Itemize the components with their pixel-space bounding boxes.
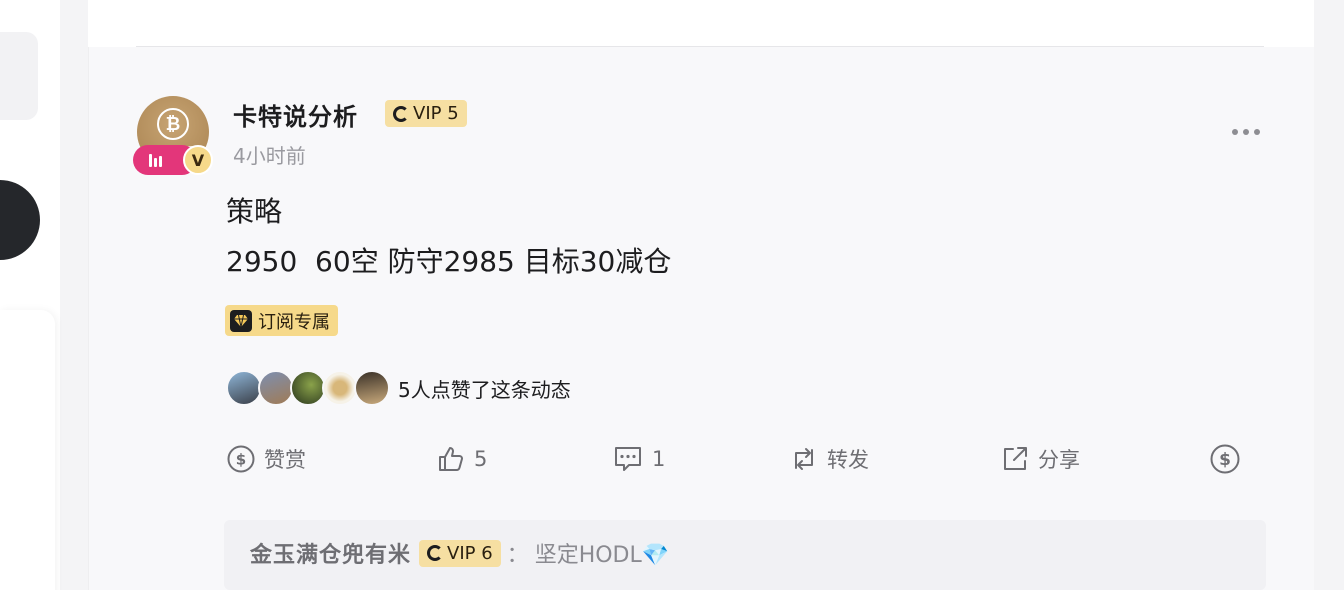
more-options-button[interactable] [1226, 118, 1266, 146]
repost-label: 转发 [827, 448, 869, 472]
repost-button[interactable]: 转发 [789, 440, 869, 478]
share-label: 分享 [1038, 448, 1080, 472]
author-vip-badge: VIP 5 [385, 100, 467, 127]
post-title: 策略 [226, 195, 283, 228]
verified-v-icon: V [183, 145, 213, 175]
liker-avatar[interactable] [322, 370, 358, 406]
dollar-coin-icon: $ [1210, 444, 1240, 474]
like-count: 5 [474, 447, 488, 471]
like-button[interactable]: 5 [436, 440, 487, 478]
coin-tip-icon: $ [227, 445, 255, 473]
likes-summary: 5人点赞了这条动态 [398, 377, 571, 402]
liker-avatars [226, 370, 390, 406]
svg-text:$: $ [1219, 450, 1231, 470]
post-body: 2950 60空 防守2985 目标30减仓 [226, 245, 672, 278]
tip-button[interactable]: $ 赞赏 [226, 440, 306, 478]
donate-button[interactable]: $ [1209, 440, 1241, 478]
live-bars-icon [149, 153, 162, 167]
svg-text:$: $ [236, 451, 246, 469]
subscription-tag[interactable]: 订阅专属 [225, 305, 338, 336]
vip-level: VIP 5 [413, 103, 459, 124]
comment-count: 1 [652, 447, 666, 471]
divider [136, 46, 1264, 47]
vip-icon [393, 105, 409, 122]
diamond-icon [230, 309, 252, 332]
comment-text: 坚定HODL💎 [534, 543, 670, 568]
bitcoin-logo-icon: ₿ [157, 108, 189, 140]
liker-avatar[interactable] [258, 370, 294, 406]
left-card-lower [0, 310, 55, 590]
author-name[interactable]: 卡特说分析 [233, 97, 358, 132]
subscription-tag-label: 订阅专属 [258, 311, 330, 333]
comment-separator: ： [506, 543, 529, 568]
tip-label: 赞赏 [264, 448, 306, 472]
left-card[interactable] [0, 32, 38, 120]
dot-icon [1254, 129, 1260, 135]
liker-avatar[interactable] [226, 370, 262, 406]
previous-post-card [88, 0, 1314, 47]
comment-icon [615, 447, 641, 471]
dot-icon [1232, 129, 1238, 135]
comment-button[interactable]: 1 [612, 440, 665, 478]
vip-icon [427, 545, 444, 561]
dot-icon [1243, 129, 1249, 135]
liker-avatar[interactable] [290, 370, 326, 406]
comment-vip-badge: VIP 6 [419, 539, 501, 567]
repost-icon [795, 448, 813, 470]
comment-author[interactable]: 金玉满仓兜有米 [250, 537, 411, 569]
share-icon [1004, 447, 1027, 470]
likers-row[interactable]: 5人点赞了这条动态 [226, 369, 571, 407]
comment-item[interactable]: 金玉满仓兜有米 VIP 6 ： 坚定HODL💎 [250, 537, 669, 569]
post-time: 4小时前 [233, 144, 306, 168]
thumbs-up-icon [439, 447, 463, 471]
liker-avatar[interactable] [354, 370, 390, 406]
vip-level: VIP 6 [447, 542, 493, 564]
share-button[interactable]: 分享 [1000, 440, 1080, 478]
